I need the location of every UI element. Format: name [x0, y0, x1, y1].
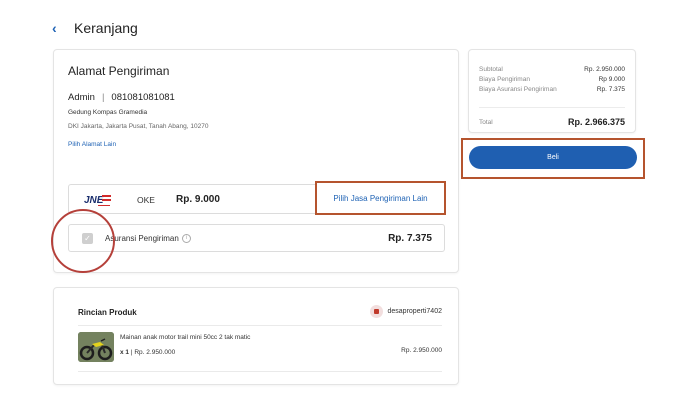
summary-label: Subtotal — [479, 66, 503, 73]
divider — [78, 371, 442, 372]
summary-value: Rp 9.000 — [598, 76, 625, 83]
recipient-name: Admin — [68, 92, 95, 103]
divider — [78, 325, 442, 326]
summary-row-insurance: Biaya Asuransi Pengiriman Rp. 7.375 — [479, 86, 625, 93]
recipient-info: Admin | 081081081081 — [68, 92, 175, 103]
seller-name: desaproperti7402 — [387, 308, 443, 315]
divider — [479, 107, 625, 108]
summary-label: Biaya Asuransi Pengiriman — [479, 86, 557, 93]
jne-logo: JNE — [84, 195, 111, 206]
shipping-price: Rp. 9.000 — [176, 194, 220, 205]
shipping-courier-box: JNE OKE Rp. 9.000 Pilih Jasa Pengiriman … — [68, 181, 446, 215]
buy-button-highlight: Beli — [461, 138, 645, 179]
summary-row-shipping: Biaya Pengiriman Rp 9.000 — [479, 76, 625, 83]
choose-other-address-link[interactable]: Pilih Alamat Lain — [68, 141, 116, 148]
separator: | — [101, 92, 105, 103]
buy-button[interactable]: Beli — [469, 146, 637, 169]
chevron-left-icon[interactable]: ‹ — [52, 20, 66, 36]
motorbike-icon — [78, 332, 114, 362]
info-icon[interactable]: i — [181, 234, 191, 243]
address-line-1: Gedung Kompas Gramedia — [68, 109, 148, 116]
product-qty-price: x 1 | Rp. 2.950.000 — [120, 349, 175, 356]
store-icon — [369, 305, 383, 318]
address-title: Alamat Pengiriman — [68, 64, 170, 78]
insurance-price: Rp. 7.375 — [388, 233, 432, 244]
courier-service: OKE — [137, 195, 155, 205]
insurance-label-wrap: Asuransi Pengiriman i — [105, 234, 191, 243]
recipient-phone: 081081081081 — [111, 92, 175, 103]
product-image — [78, 332, 114, 362]
order-summary-card: Subtotal Rp. 2.950.000 Biaya Pengiriman … — [468, 49, 636, 133]
product-details-card: Rincian Produk desaproperti7402 Mainan a… — [53, 287, 459, 385]
product-total-price: Rp. 2.950.000 — [401, 347, 442, 354]
summary-row-subtotal: Subtotal Rp. 2.950.000 — [479, 66, 625, 73]
summary-value: Rp. 7.375 — [596, 86, 625, 93]
seller-info[interactable]: desaproperti7402 — [369, 305, 443, 318]
choose-other-courier-button[interactable]: Pilih Jasa Pengiriman Lain — [315, 181, 446, 215]
product-section-title: Rincian Produk — [78, 308, 137, 317]
highlight-circle — [51, 209, 115, 273]
summary-total-row: Total Rp. 2.966.375 — [479, 117, 625, 127]
summary-value: Rp. 2.950.000 — [584, 66, 625, 73]
product-quantity: x 1 — [120, 349, 130, 356]
product-unit-price: Rp. 2.950.000 — [134, 349, 176, 356]
page-title: Keranjang — [74, 20, 138, 36]
address-line-2: DKI Jakarta, Jakarta Pusat, Tanah Abang,… — [68, 123, 209, 130]
total-label: Total — [479, 118, 493, 126]
svg-text:JNE: JNE — [84, 195, 104, 206]
total-value: Rp. 2.966.375 — [567, 117, 625, 127]
insurance-label: Asuransi Pengiriman — [105, 234, 179, 243]
page-header: ‹ Keranjang — [52, 18, 138, 38]
shipping-insurance-box: ✓ Asuransi Pengiriman i Rp. 7.375 — [68, 224, 445, 252]
product-name: Mainan anak motor trail mini 50cc 2 tak … — [120, 334, 251, 341]
summary-label: Biaya Pengiriman — [479, 76, 530, 83]
